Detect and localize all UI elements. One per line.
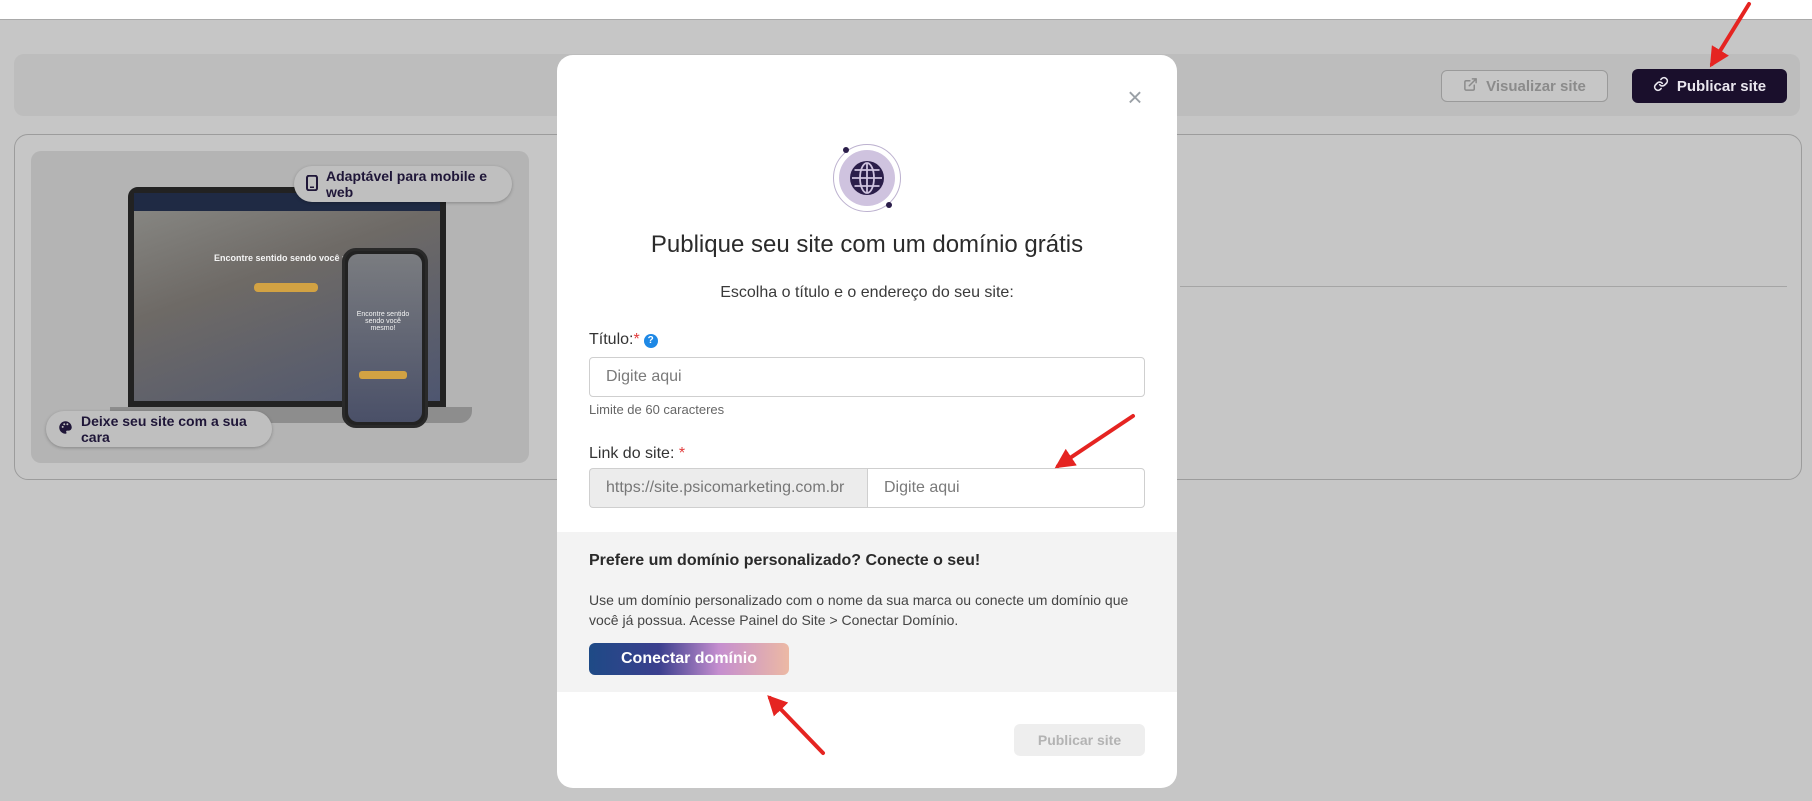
palette-icon (58, 420, 73, 438)
close-icon[interactable]: × (1123, 84, 1147, 110)
help-icon[interactable]: ? (643, 334, 658, 348)
external-link-icon (1463, 77, 1478, 96)
required-mark: * (633, 331, 640, 348)
modal-title: Publique seu site com um domínio grátis (650, 231, 1084, 258)
custom-domain-title: Prefere um domínio personalizado? Conect… (589, 552, 981, 569)
badge-customize-label: Deixe seu site com a sua cara (81, 413, 247, 445)
badge-mobile-label: Adaptável para mobile e web (326, 168, 488, 200)
custom-domain-section: Prefere um domínio personalizado? Conect… (557, 532, 1177, 692)
smartphone-icon (306, 174, 318, 194)
phone-mockup: Encontre sentido sendo você mesmo! (342, 248, 428, 428)
view-site-label: Visualizar site (1486, 77, 1586, 95)
badge-mobile-web: Adaptável para mobile e web (294, 166, 512, 202)
publish-site-button[interactable]: Publicar site (1632, 69, 1787, 103)
globe-illustration (833, 144, 901, 212)
view-site-button[interactable]: Visualizar site (1441, 70, 1608, 102)
title-field-label: Título:*? (589, 331, 658, 349)
phone-hero-text: Encontre sentido sendo você mesmo! (356, 311, 410, 332)
top-bar (0, 0, 1812, 20)
custom-domain-text: Use um domínio personalizado com o nome … (589, 592, 1129, 628)
link-icon (1653, 76, 1669, 96)
site-link-input[interactable] (867, 468, 1145, 508)
domain-prefix: https://site.psicomarketing.com.br (589, 468, 867, 508)
publish-site-label: Publicar site (1676, 77, 1767, 95)
publish-modal: × Publique seu site com um domínio gráti… (557, 55, 1177, 788)
badge-customize: Deixe seu site com a sua cara (46, 411, 272, 447)
modal-publish-button[interactable]: Publicar site (1014, 724, 1145, 756)
globe-icon (848, 159, 886, 197)
title-input[interactable] (589, 357, 1145, 397)
title-char-limit-hint: Limite de 60 caracteres (589, 402, 725, 417)
link-field-label: Link do site: * (589, 445, 686, 462)
required-mark: * (678, 445, 686, 462)
connect-domain-button[interactable]: Conectar domínio (589, 643, 789, 675)
card-divider (1180, 286, 1787, 287)
modal-subtitle: Escolha o título e o endereço do seu sit… (720, 284, 1014, 301)
